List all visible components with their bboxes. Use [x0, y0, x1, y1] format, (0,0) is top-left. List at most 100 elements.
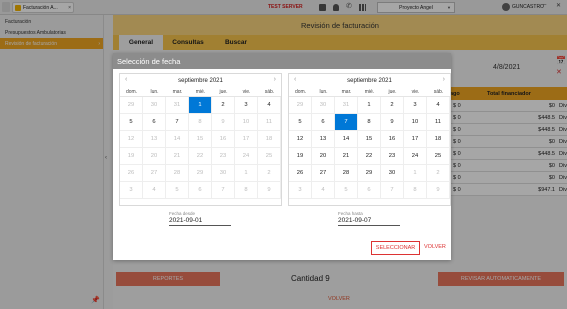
day-cell: 4 — [312, 182, 335, 199]
day-cell[interactable]: 4 — [427, 97, 450, 114]
day-cell[interactable]: 15 — [358, 131, 381, 148]
day-cell[interactable]: 19 — [289, 148, 312, 165]
date-picker-dialog: Selección de fecha ‹ septiembre 2021 › d… — [113, 53, 451, 260]
chevron-right-icon[interactable]: › — [274, 76, 276, 83]
from-date-label: Fecha desde — [169, 211, 196, 216]
day-cell[interactable]: 13 — [312, 131, 335, 148]
day-cell[interactable]: 7 — [166, 114, 189, 131]
day-cell[interactable]: 1 — [358, 97, 381, 114]
day-cell: 15 — [189, 131, 212, 148]
day-cell: 30 — [312, 97, 335, 114]
day-cell[interactable]: 17 — [404, 131, 427, 148]
day-cell[interactable]: 11 — [427, 114, 450, 131]
day-cell: 11 — [258, 114, 281, 131]
day-grid: 29 30 31 1 2 3 4 5 6 7 8 9 10 11 12 13 14 15 16 17 18 19 20 21 2… — [289, 97, 450, 199]
day-cell: 8 — [404, 182, 427, 199]
day-cell[interactable]: 29 — [358, 165, 381, 182]
day-cell: 9 — [258, 182, 281, 199]
weekday-label: mié. — [364, 88, 375, 95]
day-cell[interactable]: 25 — [427, 148, 450, 165]
day-cell: 7 — [212, 182, 235, 199]
day-cell: 6 — [189, 182, 212, 199]
day-cell[interactable]: 22 — [358, 148, 381, 165]
weekday-label: dom. — [294, 88, 307, 95]
day-cell[interactable]: 30 — [381, 165, 404, 182]
day-cell[interactable]: 14 — [335, 131, 358, 148]
day-cell: 1 — [235, 165, 258, 182]
weekday-label: vie. — [242, 88, 251, 95]
day-cell: 29 — [289, 97, 312, 114]
weekday-label: sáb. — [433, 88, 444, 95]
day-cell[interactable]: 23 — [381, 148, 404, 165]
weekday-label: vie. — [411, 88, 420, 95]
day-cell[interactable]: 24 — [404, 148, 427, 165]
day-cell[interactable]: 6 — [143, 114, 166, 131]
day-cell: 7 — [381, 182, 404, 199]
to-date-label: Fecha hasta — [338, 211, 363, 216]
chevron-right-icon[interactable]: › — [443, 76, 445, 83]
weekday-label: mié. — [195, 88, 206, 95]
day-cell[interactable]: 9 — [381, 114, 404, 131]
to-date-field[interactable]: Fecha hasta 2021-09-07 — [338, 211, 400, 226]
weekday-header: dom. lun. mar. mié. jue. vie. sáb. — [289, 87, 450, 97]
day-cell: 27 — [143, 165, 166, 182]
dialog-title: Selección de fecha — [113, 53, 451, 69]
day-cell[interactable]: 28 — [335, 165, 358, 182]
chevron-left-icon[interactable]: ‹ — [125, 76, 127, 83]
to-date-value[interactable]: 2021-09-07 — [338, 217, 400, 226]
day-cell: 12 — [120, 131, 143, 148]
day-cell: 17 — [235, 131, 258, 148]
day-cell[interactable]: 5 — [289, 114, 312, 131]
day-cell: 6 — [358, 182, 381, 199]
day-grid: 29 30 31 1 2 3 4 5 6 7 8 9 10 11 12 13 14 15 16 17 18 19 20 21 2… — [120, 97, 281, 199]
day-cell: 31 — [335, 97, 358, 114]
weekday-label: sáb. — [264, 88, 275, 95]
calendar-from: ‹ septiembre 2021 › dom. lun. mar. mié. jue.… — [119, 73, 282, 206]
day-cell: 21 — [166, 148, 189, 165]
day-cell[interactable]: 18 — [427, 131, 450, 148]
day-cell[interactable]: 4 — [258, 97, 281, 114]
from-date-field[interactable]: Fecha desde 2021-09-01 — [169, 211, 231, 226]
day-cell: 4 — [143, 182, 166, 199]
day-cell: 3 — [289, 182, 312, 199]
day-cell: 5 — [166, 182, 189, 199]
day-cell[interactable]: 27 — [312, 165, 335, 182]
day-cell[interactable]: 2 — [212, 97, 235, 114]
day-cell: 3 — [120, 182, 143, 199]
weekday-header: dom. lun. mar. mié. jue. vie. sáb. — [120, 87, 281, 97]
day-cell[interactable]: 20 — [312, 148, 335, 165]
selected-day-cell[interactable]: 1 — [189, 97, 212, 114]
calendar-to: ‹ septiembre 2021 › dom. lun. mar. mié. jue.… — [288, 73, 451, 206]
day-cell[interactable]: 5 — [120, 114, 143, 131]
day-cell[interactable]: 26 — [289, 165, 312, 182]
day-cell[interactable]: 2 — [381, 97, 404, 114]
day-cell: 5 — [335, 182, 358, 199]
day-cell: 20 — [143, 148, 166, 165]
day-cell[interactable]: 6 — [312, 114, 335, 131]
day-cell[interactable]: 21 — [335, 148, 358, 165]
weekday-label: lun. — [319, 88, 328, 95]
chevron-left-icon[interactable]: ‹ — [294, 76, 296, 83]
day-cell[interactable]: 8 — [358, 114, 381, 131]
day-cell: 1 — [404, 165, 427, 182]
day-cell: 25 — [258, 148, 281, 165]
selected-day-cell[interactable]: 7 — [335, 114, 358, 131]
day-cell[interactable]: 12 — [289, 131, 312, 148]
weekday-label: lun. — [150, 88, 159, 95]
seleccionar-button[interactable]: SELECCIONAR — [371, 241, 420, 255]
from-date-value[interactable]: 2021-09-01 — [169, 217, 231, 226]
day-cell: 18 — [258, 131, 281, 148]
day-cell[interactable]: 3 — [404, 97, 427, 114]
day-cell: 10 — [235, 114, 258, 131]
day-cell[interactable]: 16 — [381, 131, 404, 148]
volver-button[interactable]: VOLVER — [424, 244, 446, 250]
weekday-label: jue. — [219, 88, 228, 95]
month-label: septiembre 2021 — [347, 77, 392, 84]
month-label: septiembre 2021 — [178, 77, 223, 84]
day-cell: 9 — [427, 182, 450, 199]
day-cell[interactable]: 3 — [235, 97, 258, 114]
day-cell[interactable]: 10 — [404, 114, 427, 131]
day-cell: 13 — [143, 131, 166, 148]
day-cell: 26 — [120, 165, 143, 182]
day-cell: 8 — [235, 182, 258, 199]
